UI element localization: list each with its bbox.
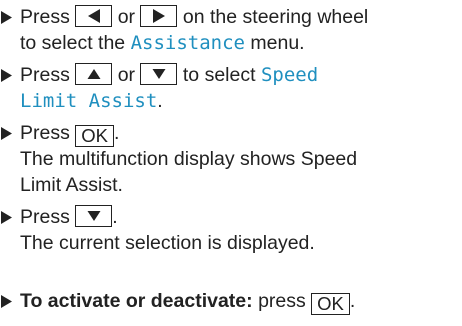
ok-key: OK	[75, 125, 115, 147]
left-arrow-key	[75, 5, 113, 27]
period: .	[157, 90, 163, 112]
step-1-text-2a: to select the	[20, 32, 126, 54]
step-5-line-1: To activate or deactivate: press OK.	[0, 288, 356, 315]
triangle-bullet-icon	[0, 288, 18, 314]
menu-name-speed: Speed	[260, 64, 319, 86]
step-2: Press or to select Speed Limit Assist.	[0, 62, 318, 114]
step-1-text-2b: menu.	[250, 32, 305, 54]
step-1-text: on the steering wheel	[182, 6, 369, 28]
step-3-result-line-2: Limit Assist.	[20, 174, 123, 196]
right-arrow-icon	[152, 9, 165, 23]
step-2-line-1: Press or to select Speed	[0, 62, 318, 88]
step-1-line-1: Press or on the steering wheel	[0, 4, 368, 30]
step-3: Press OK. The multifunction display show…	[0, 120, 357, 198]
step-1-line-2: to select the Assistance menu.	[0, 30, 368, 56]
right-arrow-key	[140, 5, 178, 27]
step-4-result: The current selection is displayed.	[20, 232, 315, 254]
down-arrow-icon	[87, 211, 101, 221]
step-4: Press . The current selection is display…	[0, 204, 315, 256]
press-text: Press	[20, 6, 70, 28]
step-3-result-line-1: The multifunction display shows Speed	[20, 148, 358, 170]
down-arrow-key	[75, 205, 113, 227]
menu-name-assistance: Assistance	[130, 32, 245, 54]
left-arrow-icon	[87, 9, 100, 23]
step-5: To activate or deactivate: press OK.	[0, 288, 356, 315]
step-1: Press or on the steering wheel to select…	[0, 4, 368, 56]
step-2-text: to select	[182, 64, 256, 86]
instruction-document: Press or on the steering wheel to select…	[0, 0, 462, 326]
or-text: or	[117, 64, 136, 86]
or-text: or	[117, 6, 136, 28]
triangle-bullet-icon	[0, 204, 18, 230]
step-3-line-1: Press OK.	[0, 120, 357, 147]
press-text: Press	[20, 64, 70, 86]
period: .	[114, 122, 120, 144]
activate-heading: To activate or deactivate:	[20, 290, 253, 312]
menu-name-limit-assist: Limit Assist	[20, 90, 158, 112]
triangle-bullet-icon	[0, 4, 18, 30]
ok-key: OK	[311, 293, 350, 315]
down-arrow-key	[140, 63, 178, 85]
press-text: Press	[20, 206, 70, 228]
step-2-line-2: Limit Assist.	[0, 88, 318, 114]
step-4-line-1: Press .	[0, 204, 315, 230]
up-arrow-key	[75, 63, 113, 85]
up-arrow-icon	[87, 69, 101, 79]
down-arrow-icon	[152, 69, 166, 79]
period: .	[112, 206, 118, 228]
press-text: Press	[20, 122, 70, 144]
triangle-bullet-icon	[0, 120, 18, 146]
triangle-bullet-icon	[0, 62, 18, 88]
press-text: press	[258, 290, 306, 312]
period: .	[349, 290, 356, 312]
